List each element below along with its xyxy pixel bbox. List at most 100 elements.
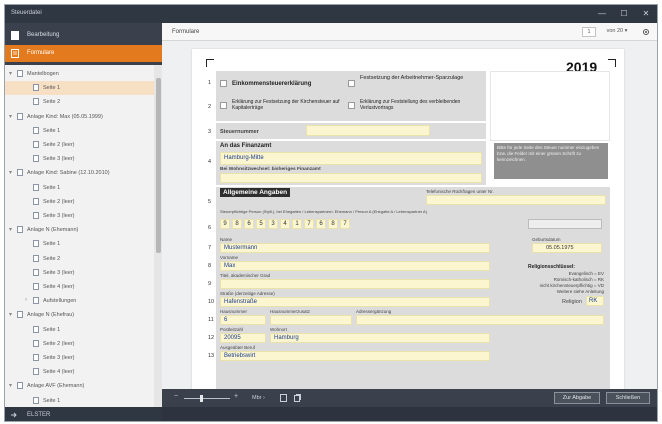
tree-item[interactable]: Seite 4 (leer) (5, 280, 154, 294)
user-bar[interactable]: ELSTER (5, 407, 162, 421)
idnr-digit[interactable]: 3 (268, 219, 278, 229)
tree-item-label: Seite 4 (leer) (43, 369, 75, 376)
idnr-button[interactable] (528, 219, 602, 229)
checkbox-sparzulage[interactable] (348, 80, 355, 87)
telefon-field[interactable] (426, 195, 606, 205)
tree-item[interactable]: › Aufstellungen (5, 294, 154, 308)
idnr-digit[interactable]: 6 (244, 219, 254, 229)
row-number: 5 (208, 199, 212, 205)
row-number: 10 (208, 299, 215, 305)
document-icon (33, 141, 39, 148)
religion-line: Weitere siehe Anleitung (556, 289, 604, 294)
tree-item[interactable]: Seite 2 (leer) (5, 138, 154, 152)
close-form-button[interactable]: Schließen (606, 392, 650, 404)
idnr-digit[interactable]: 1 (292, 219, 302, 229)
close-button[interactable]: ✕ (637, 5, 655, 23)
chevron-icon[interactable]: › (25, 297, 31, 303)
wohnsitz-field[interactable] (220, 173, 482, 183)
tree-item[interactable]: Seite 1 (5, 81, 154, 96)
tree-item[interactable]: Seite 3 (leer) (5, 351, 154, 365)
page-number-input[interactable]: 1 (582, 27, 596, 37)
zoom-level[interactable]: Mbr › (252, 395, 265, 401)
vorname-field[interactable] (220, 261, 490, 271)
strasse-field[interactable] (220, 297, 490, 307)
maximize-button[interactable]: ☐ (615, 5, 633, 23)
adress-field[interactable] (356, 315, 604, 325)
tree-item[interactable]: Seite 2 (5, 95, 154, 109)
nav-item-bearbeitung[interactable]: Bearbeitung (5, 27, 162, 44)
idnr-digit[interactable]: 8 (328, 219, 338, 229)
view-icon[interactable] (642, 28, 650, 36)
tree-item-label: Seite 4 (leer) (43, 284, 75, 290)
chevron-icon[interactable]: ▾ (9, 169, 15, 176)
row-number: 4 (208, 159, 212, 165)
tree-item[interactable]: Seite 3 (leer) (5, 266, 154, 280)
zusatz-field[interactable] (270, 315, 352, 325)
nav-item-formulare[interactable]: Formulare (5, 45, 162, 62)
zoom-out-button[interactable]: − (174, 393, 178, 400)
idnr-digit[interactable]: 9 (220, 219, 230, 229)
checkbox-label: Erklärung zur Festsetzung der Kirchenste… (232, 99, 340, 111)
chevron-icon[interactable]: ▾ (9, 70, 15, 77)
steuernummer-field[interactable] (306, 125, 430, 136)
checkbox-verlustvortrag[interactable] (348, 102, 355, 109)
idnr-digit[interactable]: 5 (256, 219, 266, 229)
idnr-digit[interactable]: 7 (340, 219, 350, 229)
chevron-icon[interactable]: ▾ (9, 311, 15, 318)
copy-icon[interactable] (294, 394, 301, 402)
zoom-slider[interactable] (184, 398, 230, 399)
chevron-icon[interactable]: ▾ (9, 382, 15, 389)
idnr-digit[interactable]: 6 (316, 219, 326, 229)
idnr-digit[interactable]: 4 (280, 219, 290, 229)
vorname-label: Vorname (220, 255, 239, 260)
main-panel: Formulare 1 von 20 ▾ 2019 1 2 Einkommens… (162, 23, 657, 407)
tree-item-label: Seite 3 (leer) (43, 213, 75, 219)
idnr-digit[interactable]: 7 (304, 219, 314, 229)
tree-group[interactable]: ▾ Anlage N (Ehefrau) (5, 308, 154, 322)
beruf-field[interactable] (220, 351, 490, 361)
zusatz-label: Hausnummerzusatz (270, 309, 311, 314)
finanzamt-value: Hamburg-Mitte (224, 155, 264, 161)
chevron-icon[interactable]: ▾ (9, 113, 15, 120)
submit-button[interactable]: Zur Abgabe (554, 392, 600, 404)
form-tree: ▾ Mantelbogen Seite 1 Seite 2 ▾ Anlage Kind: … (5, 65, 154, 407)
tree-item[interactable]: Seite 3 (leer) (5, 209, 154, 223)
tree-item[interactable]: Seite 3 (leer) (5, 152, 154, 166)
titel-field[interactable] (220, 279, 490, 289)
zoom-in-button[interactable]: + (234, 393, 238, 400)
idnr-digit[interactable]: 8 (232, 219, 242, 229)
tree-item-label: Aufstellungen (43, 298, 77, 305)
tree-item[interactable]: Seite 1 (5, 394, 154, 407)
tree-item[interactable]: Seite 2 (leer) (5, 195, 154, 209)
minimize-button[interactable]: — (593, 5, 611, 23)
tree-item[interactable]: Seite 1 (5, 124, 154, 138)
checkbox-kirchensteuer[interactable] (220, 102, 227, 109)
tree-item[interactable]: Seite 1 (5, 181, 154, 195)
document-canvas[interactable]: 2019 1 2 Einkommensteuererklärung Festse… (162, 41, 657, 389)
tree-item[interactable]: Seite 4 (leer) (5, 365, 154, 379)
page-total-select[interactable]: von 20 ▾ (600, 27, 634, 37)
tree-item[interactable]: Seite 2 (5, 252, 154, 266)
tree-scrollbar-thumb[interactable] (156, 78, 161, 253)
checkbox-einkommensteuer[interactable] (220, 80, 227, 87)
tree-group[interactable]: ▾ Mantelbogen (5, 67, 154, 81)
tree-item[interactable]: Seite 1 (5, 237, 154, 251)
tree-item-label: Seite 2 (43, 255, 61, 262)
document-icon (33, 84, 39, 92)
nav-item-label: Bearbeitung (27, 32, 60, 38)
chevron-icon[interactable]: ▾ (9, 226, 15, 233)
page-icon[interactable] (280, 394, 287, 402)
tree-item-label: Seite 2 (leer) (43, 198, 75, 205)
name-field[interactable] (220, 243, 490, 253)
tree-group[interactable]: ▾ Anlage N (Ehemann) (5, 223, 154, 237)
document-icon (17, 169, 23, 177)
tree-group[interactable]: ▾ Anlage Kind: Sabine (12.10.2010) (5, 166, 154, 180)
tree-group[interactable]: ▾ Anlage AVF (Ehemann) (5, 379, 154, 393)
tree-item[interactable]: Seite 1 (5, 323, 154, 337)
tree-item[interactable]: Seite 2 (leer) (5, 337, 154, 351)
tree-group[interactable]: ▾ Anlage Kind: Max (05.05.1999) (5, 110, 154, 124)
ort-field[interactable] (270, 333, 490, 343)
finanzamt-label: An das Finanzamt (220, 143, 272, 149)
zoom-slider-handle[interactable] (200, 395, 203, 402)
crop-mark (608, 59, 616, 67)
